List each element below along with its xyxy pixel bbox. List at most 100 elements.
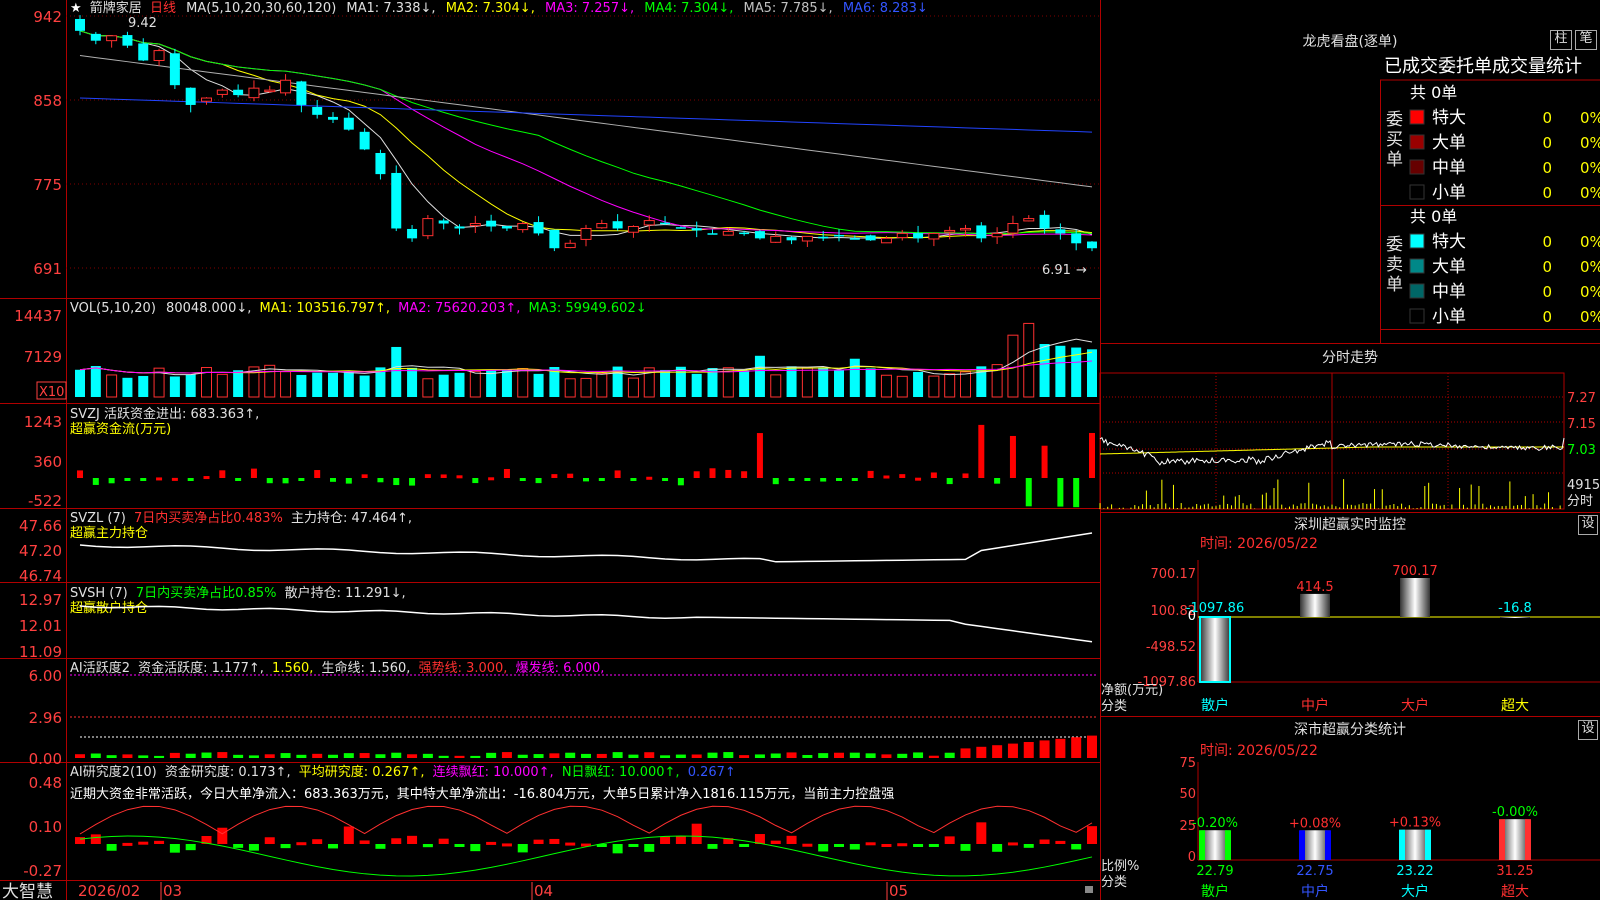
vol-ma2: MA2: 75620.203↑, — [398, 301, 520, 316]
ai-active-bar — [138, 755, 149, 758]
ai-active-bar — [865, 753, 876, 758]
ma1-value: MA1: 7.338↓, — [346, 1, 435, 16]
volume-bar — [1087, 349, 1097, 397]
ai-active-bar — [454, 755, 465, 758]
ai-active-bar — [707, 752, 718, 758]
ai-active-bar — [1071, 737, 1082, 758]
ai-research-bar — [913, 844, 924, 847]
ai-active-bar — [628, 754, 639, 758]
svzj-bar — [709, 468, 716, 478]
svg-text:AI活跃度2 资金活跃度: 1.177↑,: AI活跃度2 资金活跃度: 1.177↑, 1.560, 生命线: 1.560,… — [70, 660, 604, 676]
ai-research-bar — [549, 838, 560, 844]
volume-bar — [770, 374, 782, 398]
svzj-bar — [330, 478, 336, 482]
ai-research-bar — [960, 844, 971, 851]
stats-bar-accent — [1399, 829, 1405, 860]
dragon-tiger-subtitle: 已成交委托单成交量统计 — [1384, 56, 1582, 77]
tick-mode-button[interactable]: 笔 — [1575, 30, 1597, 50]
svzj-bar — [187, 478, 194, 481]
monitor-settings-button[interactable]: 设 — [1578, 515, 1598, 535]
intraday-tick: 7.15 — [1567, 417, 1596, 432]
candle-body — [216, 89, 228, 95]
bar-mode-button[interactable]: 柱 — [1550, 30, 1572, 50]
ai-research-summary: 近期大资金非常活跃，今日大单净流入：683.363万元，其中特大单净流出：-16… — [70, 786, 894, 802]
svzj-bar — [899, 474, 906, 478]
ai-research-bar — [264, 837, 275, 844]
candle-body — [312, 107, 323, 115]
row-label: 大单 — [1432, 133, 1466, 153]
side-label-char: 卖 — [1386, 255, 1403, 275]
x-axis: 大智慧 2026/02 03 04 05 — [2, 882, 1093, 900]
ai-research-bar — [944, 836, 955, 844]
ai-research-bar — [312, 839, 323, 844]
price-y-axis: 942 858 775 691 — [33, 8, 62, 278]
volume-bar — [486, 370, 497, 397]
brand-logo: 大智慧 — [2, 882, 53, 900]
volume-bars — [75, 322, 1097, 398]
candle-body — [1007, 223, 1019, 234]
ai-active-bar — [1087, 735, 1097, 758]
ai-research-tick: 0.48 — [29, 774, 62, 792]
candle-body — [122, 35, 133, 46]
candle-body — [991, 232, 1003, 238]
ai-research-bar — [818, 844, 829, 852]
ai-active-bar — [328, 754, 338, 758]
candle-body — [407, 228, 418, 239]
candle-body — [454, 226, 465, 229]
candle-body — [960, 227, 971, 231]
ai-research-bar — [1023, 844, 1034, 848]
svzl-line — [79, 532, 1093, 563]
stats-settings-button[interactable]: 设 — [1578, 720, 1598, 740]
svzj-bar — [804, 478, 811, 481]
candle-body — [786, 237, 797, 241]
row-count: 0 — [1542, 258, 1552, 276]
market-chart-canvas[interactable]: 942 858 775 691 9.42 6.91 → ★ 箭牌家居 日线 MA… — [0, 0, 1600, 900]
ai-active-bar — [154, 755, 165, 758]
ai-active-bar — [802, 754, 813, 758]
stats-bars: -0.20% 22.79 散户 +0.08% 22.75 中户 +0.13% 23.22 大户 -… — [1192, 805, 1538, 900]
volume-bar — [913, 371, 924, 397]
candle-body — [754, 231, 765, 239]
stats-category-label: 大户 — [1401, 883, 1429, 900]
stats-change-label: +0.13% — [1389, 816, 1441, 831]
candle-body — [153, 50, 165, 61]
candle-body — [106, 35, 118, 42]
monitor-category-label: 中户 — [1301, 697, 1329, 714]
ai-active-bar — [233, 754, 244, 758]
volume-bar — [1039, 344, 1050, 397]
candle-body — [660, 222, 671, 225]
stats-bar-accent — [1225, 830, 1231, 860]
ai-research-bar — [644, 844, 655, 852]
ai-active-b: 1.560, — [272, 661, 313, 676]
x-tick: 2026/02 — [78, 882, 140, 900]
volume-bar — [596, 372, 608, 398]
ai-active-bar — [992, 745, 1003, 758]
side-label-char: 委 — [1386, 110, 1403, 130]
ai-research-bar — [865, 842, 876, 846]
monitor-axis-label: 净额(万元) — [1101, 683, 1163, 698]
ai-research-bar — [707, 844, 718, 849]
monitor-bar — [1199, 616, 1231, 683]
monitor-title: 深圳超赢实时监控 — [1294, 516, 1406, 533]
ai-active-bar — [75, 754, 85, 758]
x-tick: 03 — [163, 882, 182, 900]
ai-active-bar — [675, 754, 686, 758]
svzj-bar — [266, 478, 273, 484]
volume-bar — [407, 367, 418, 397]
candle-body — [564, 242, 576, 249]
stats-value-label: 31.25 — [1496, 864, 1533, 879]
volume-bar — [1023, 322, 1035, 398]
volume-bar — [359, 375, 370, 397]
candle-body — [976, 225, 987, 239]
svzj-bar — [962, 473, 969, 478]
monitor-time: 时间: 2026/05/22 — [1200, 536, 1318, 552]
monitor-bar — [1500, 617, 1530, 618]
sell-rows: 特大 0 0% 大单 0 0% 中单 0 0% 小单 0 0% — [1409, 232, 1600, 327]
candle-body — [627, 225, 639, 233]
ai-research-name: AI研究度2(10) — [70, 764, 157, 780]
volume-panel: VOL(5,10,20) 80048.000↓, MA1: 103516.797… — [14, 301, 1097, 400]
intraday-panel: 分时走势 7.27 7.15 7.03 4915 分时 — [1099, 350, 1600, 510]
intraday-title: 分时走势 — [1322, 350, 1378, 366]
ai-research-bar — [375, 844, 386, 849]
side-label-char: 单 — [1386, 275, 1403, 295]
